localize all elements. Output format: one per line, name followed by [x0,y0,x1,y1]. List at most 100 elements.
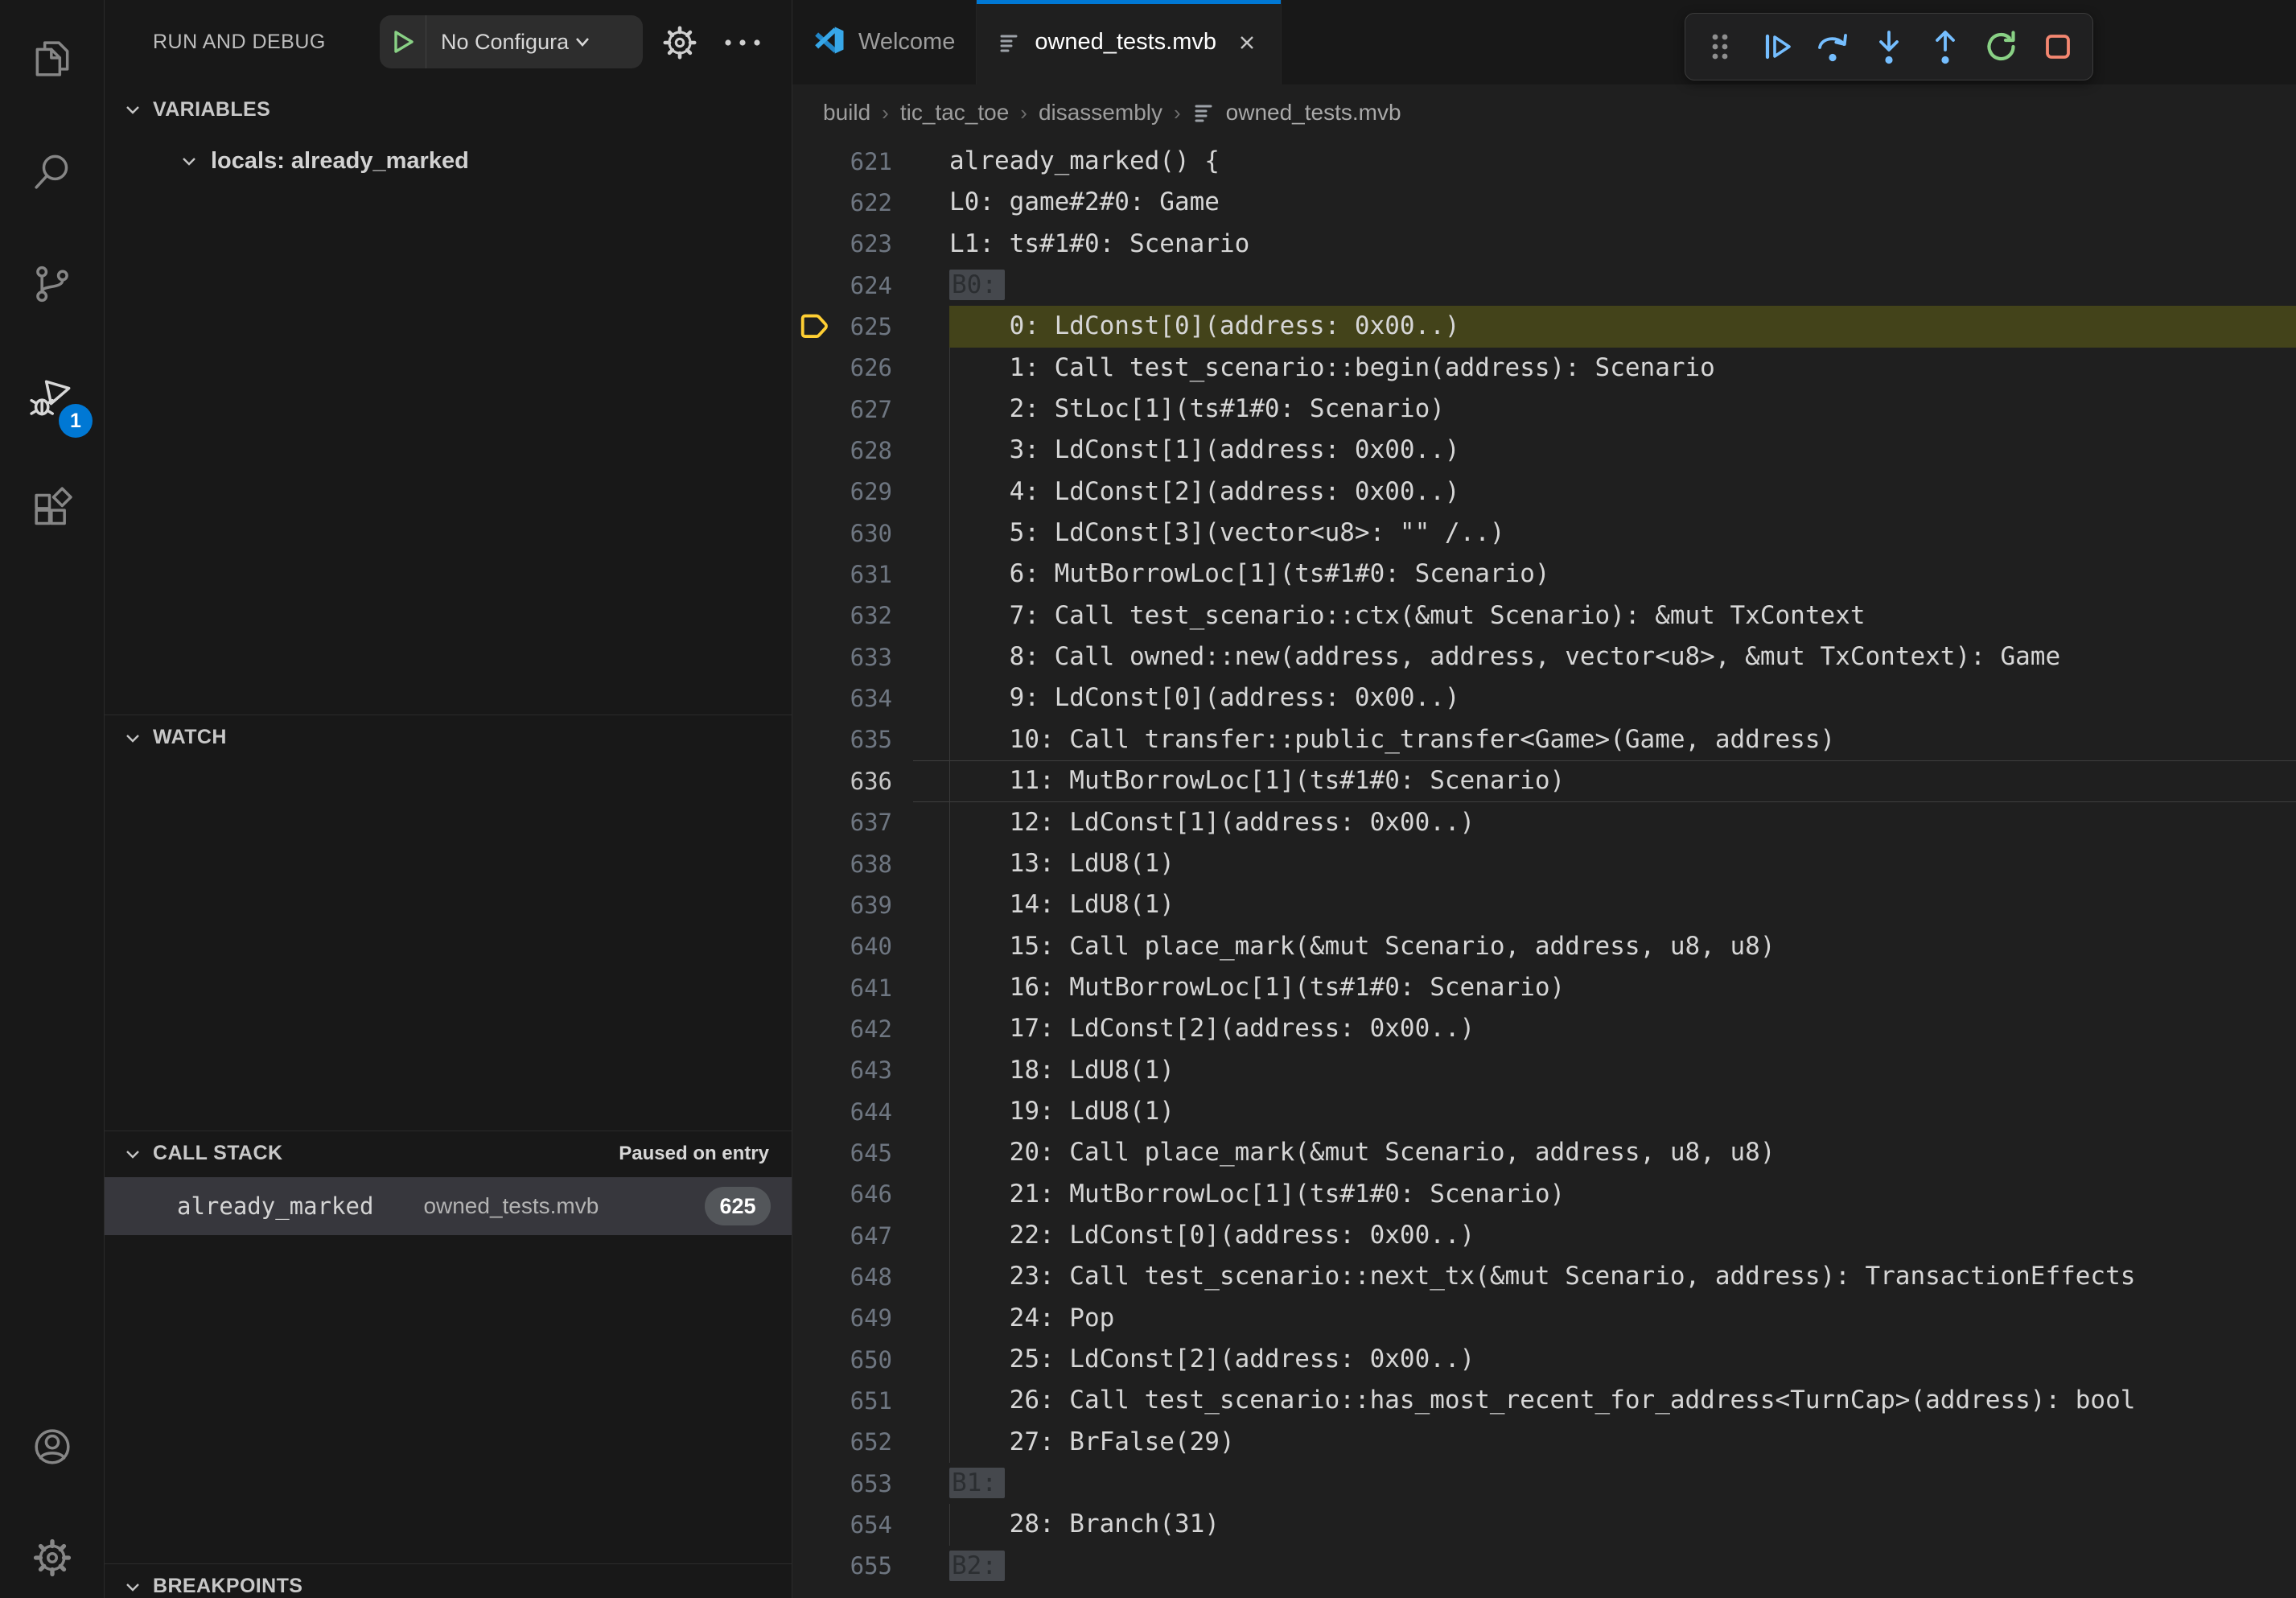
code-text[interactable]: already_marked() { [949,141,1220,182]
code-text[interactable]: 9: LdConst[0](address: 0x00..) [949,678,1460,719]
account-button[interactable] [0,1396,104,1501]
breakpoint-gutter[interactable] [792,760,839,801]
code-text[interactable]: 16: MutBorrowLoc[1](ts#1#0: Scenario) [949,967,1565,1008]
code-text[interactable]: 27: BrFalse(29) [949,1422,1235,1463]
line-number[interactable]: 639 [839,892,892,919]
code-line[interactable]: 625 0: LdConst[0](address: 0x00..) [792,306,2296,347]
start-debugging-icon[interactable] [380,28,426,56]
breakpoint-gutter[interactable] [792,678,839,719]
variables-locals-scope[interactable]: locals: already_marked [105,137,792,185]
chevron-down-icon[interactable] [570,30,595,54]
code-text[interactable]: L1: ts#1#0: Scenario [949,224,1249,265]
breakpoint-gutter[interactable] [792,1298,839,1339]
code-line[interactable]: 629 4: LdConst[2](address: 0x00..) [792,472,2296,513]
breakpoint-gutter[interactable] [792,1174,839,1215]
breakpoint-gutter[interactable] [792,224,839,265]
code-line[interactable]: 638 13: LdU8(1) [792,843,2296,884]
breakpoint-gutter[interactable] [792,843,839,884]
breakpoint-gutter[interactable] [792,884,839,925]
sidebar-item-source-control[interactable] [0,233,104,338]
code-editor[interactable]: 621already_marked() {622L0: game#2#0: Ga… [792,141,2296,1598]
breakpoint-gutter[interactable] [792,967,839,1008]
code-line[interactable]: 626 1: Call test_scenario::begin(address… [792,348,2296,389]
line-number[interactable]: 640 [839,933,892,960]
code-text[interactable]: 14: LdU8(1) [949,884,1175,925]
line-number[interactable]: 622 [839,189,892,216]
code-line[interactable]: 652 27: BrFalse(29) [792,1422,2296,1463]
breakpoint-gutter[interactable] [792,182,839,223]
code-text[interactable]: 21: MutBorrowLoc[1](ts#1#0: Scenario) [949,1174,1565,1215]
breakpoint-gutter[interactable] [792,926,839,967]
toolbar-drag-handle[interactable] [1695,22,1745,72]
code-line[interactable]: 636 11: MutBorrowLoc[1](ts#1#0: Scenario… [792,760,2296,801]
line-number[interactable]: 624 [839,272,892,299]
code-line[interactable]: 642 17: LdConst[2](address: 0x00..) [792,1008,2296,1049]
code-line[interactable]: 628 3: LdConst[1](address: 0x00..) [792,430,2296,471]
sidebar-item-explorer[interactable] [0,8,104,113]
line-number[interactable]: 647 [839,1222,892,1250]
line-number[interactable]: 625 [839,313,892,340]
line-number[interactable]: 642 [839,1015,892,1043]
code-line[interactable]: 639 14: LdU8(1) [792,884,2296,925]
more-actions-icon[interactable] [720,23,765,63]
code-line[interactable]: 621 already_marked() { [792,141,2296,182]
line-number[interactable]: 636 [839,768,892,795]
code-line[interactable]: 653B1: [792,1463,2296,1504]
line-number[interactable]: 637 [839,809,892,836]
code-text[interactable]: 20: Call place_mark(&mut Scenario, addre… [949,1132,1775,1173]
code-line[interactable]: 635 10: Call transfer::public_transfer<G… [792,719,2296,760]
line-number[interactable]: 627 [839,396,892,423]
breakpoint-gutter[interactable] [792,1422,839,1463]
tab-welcome[interactable]: Welcome [792,0,977,84]
code-line[interactable]: 650 25: LdConst[2](address: 0x00..) [792,1339,2296,1380]
breakpoint-gutter[interactable] [792,636,839,678]
breakpoint-gutter[interactable] [792,1215,839,1256]
line-number[interactable]: 630 [839,520,892,547]
code-line[interactable]: 648 23: Call test_scenario::next_tx(&mut… [792,1256,2296,1297]
sidebar-item-extensions[interactable] [0,459,104,563]
line-number[interactable]: 638 [839,850,892,878]
breakpoint-gutter[interactable] [792,595,839,636]
code-text[interactable]: 28: Branch(31) [949,1504,1220,1545]
breakpoint-gutter[interactable] [792,1008,839,1049]
code-text[interactable]: 5: LdConst[3](vector<u8>: "" /..) [949,513,1505,554]
code-line[interactable]: 641 16: MutBorrowLoc[1](ts#1#0: Scenario… [792,967,2296,1008]
code-text[interactable]: 24: Pop [949,1298,1114,1339]
line-number[interactable]: 649 [839,1304,892,1332]
breakpoint-gutter[interactable] [792,1256,839,1297]
tab-owned-tests[interactable]: owned_tests.mvb [977,0,1282,84]
breadcrumb-item[interactable]: build [823,100,870,126]
breakpoint-gutter[interactable] [792,1504,839,1545]
breakpoint-gutter[interactable] [792,265,839,306]
code-line[interactable]: 637 12: LdConst[1](address: 0x00..) [792,802,2296,843]
sidebar-item-search[interactable] [0,121,104,225]
continue-button[interactable] [1751,22,1801,72]
code-line[interactable]: 651 26: Call test_scenario::has_most_rec… [792,1380,2296,1421]
code-text[interactable]: 22: LdConst[0](address: 0x00..) [949,1215,1475,1256]
code-line[interactable]: 623L1: ts#1#0: Scenario [792,224,2296,265]
line-number[interactable]: 654 [839,1511,892,1538]
line-number[interactable]: 633 [839,644,892,671]
launch-config-label[interactable]: No Configura [441,30,569,55]
code-text[interactable]: 8: Call owned::new(address, address, vec… [949,636,2060,678]
launch-config-control[interactable]: No Configura [380,15,643,68]
line-number[interactable]: 629 [839,478,892,505]
section-watch[interactable]: WATCH [105,715,792,760]
debug-current-line-icon[interactable] [792,306,839,347]
code-text[interactable]: B1: [949,1463,1005,1504]
code-text[interactable]: 3: LdConst[1](address: 0x00..) [949,430,1460,471]
line-number[interactable]: 650 [839,1346,892,1374]
line-number[interactable]: 651 [839,1387,892,1415]
breadcrumb-item[interactable]: disassembly [1039,100,1162,126]
breadcrumb-item-file[interactable]: owned_tests.mvb [1192,100,1401,126]
line-number[interactable]: 621 [839,148,892,175]
code-text[interactable]: 18: LdU8(1) [949,1050,1175,1091]
close-icon[interactable] [1234,30,1260,56]
section-variables[interactable]: VARIABLES [105,87,792,132]
code-text[interactable]: 4: LdConst[2](address: 0x00..) [949,472,1460,513]
breakpoint-gutter[interactable] [792,141,839,182]
section-call-stack[interactable]: CALL STACK Paused on entry [105,1131,792,1176]
line-number[interactable]: 632 [839,602,892,629]
breakpoint-gutter[interactable] [792,389,839,430]
stop-button[interactable] [2033,22,2083,72]
